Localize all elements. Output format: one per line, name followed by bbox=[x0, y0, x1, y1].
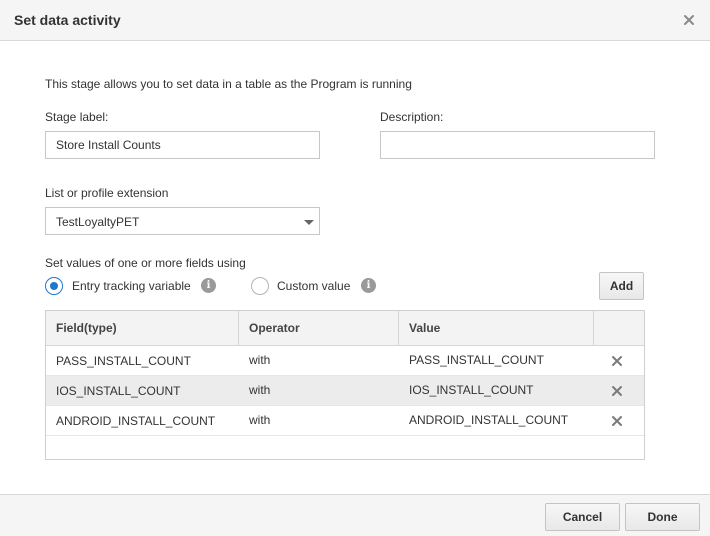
cell-operator: with bbox=[249, 353, 271, 367]
description-label: Description: bbox=[380, 110, 444, 124]
column-header-value: Value bbox=[399, 311, 594, 346]
cancel-button[interactable]: Cancel bbox=[545, 503, 620, 531]
info-icon[interactable]: i bbox=[201, 278, 216, 293]
cell-value: ANDROID_INSTALL_COUNT bbox=[409, 413, 569, 427]
set-data-activity-dialog: Set data activity This stage allows you … bbox=[0, 0, 710, 536]
add-button[interactable]: Add bbox=[599, 272, 644, 300]
table-row: IOS_INSTALL_COUNT with IOS_INSTALL_COUNT bbox=[46, 376, 644, 406]
extension-label: List or profile extension bbox=[45, 186, 169, 200]
field-values-table: Field(type) Operator Value PASS_INSTALL_… bbox=[45, 310, 645, 460]
remove-row-icon[interactable] bbox=[611, 415, 623, 427]
extension-select[interactable]: TestLoyaltyPET bbox=[45, 207, 320, 235]
stage-label-input[interactable] bbox=[45, 131, 320, 159]
dialog-header: Set data activity bbox=[0, 0, 710, 41]
cell-field: ANDROID_INSTALL_COUNT bbox=[56, 414, 216, 428]
cell-operator: with bbox=[249, 413, 271, 427]
column-header-operator: Operator bbox=[239, 311, 399, 346]
info-icon[interactable]: i bbox=[361, 278, 376, 293]
dialog-footer: Cancel Done bbox=[0, 494, 710, 536]
cell-field: IOS_INSTALL_COUNT bbox=[56, 384, 181, 398]
set-values-label: Set values of one or more fields using bbox=[45, 256, 246, 270]
intro-text: This stage allows you to set data in a t… bbox=[45, 77, 412, 91]
table-row: ANDROID_INSTALL_COUNT with ANDROID_INSTA… bbox=[46, 406, 644, 436]
custom-value-label: Custom value bbox=[277, 279, 351, 293]
column-header-actions bbox=[594, 311, 644, 346]
custom-value-radio[interactable] bbox=[251, 277, 269, 295]
done-button[interactable]: Done bbox=[625, 503, 700, 531]
cell-value: IOS_INSTALL_COUNT bbox=[409, 383, 534, 397]
cell-value: PASS_INSTALL_COUNT bbox=[409, 353, 544, 367]
entry-tracking-label: Entry tracking variable bbox=[72, 279, 191, 293]
stage-label-label: Stage label: bbox=[45, 110, 109, 124]
remove-row-icon[interactable] bbox=[611, 355, 623, 367]
extension-select-value: TestLoyaltyPET bbox=[56, 215, 140, 229]
table-header: Field(type) Operator Value bbox=[46, 311, 644, 346]
cell-field: PASS_INSTALL_COUNT bbox=[56, 354, 191, 368]
chevron-down-icon bbox=[304, 220, 314, 225]
remove-row-icon[interactable] bbox=[611, 385, 623, 397]
description-input[interactable] bbox=[380, 131, 655, 159]
dialog-title: Set data activity bbox=[14, 12, 121, 28]
entry-tracking-radio[interactable] bbox=[45, 277, 63, 295]
column-header-field: Field(type) bbox=[46, 311, 239, 346]
close-icon[interactable] bbox=[681, 12, 697, 28]
table-row: PASS_INSTALL_COUNT with PASS_INSTALL_COU… bbox=[46, 346, 644, 376]
cell-operator: with bbox=[249, 383, 271, 397]
